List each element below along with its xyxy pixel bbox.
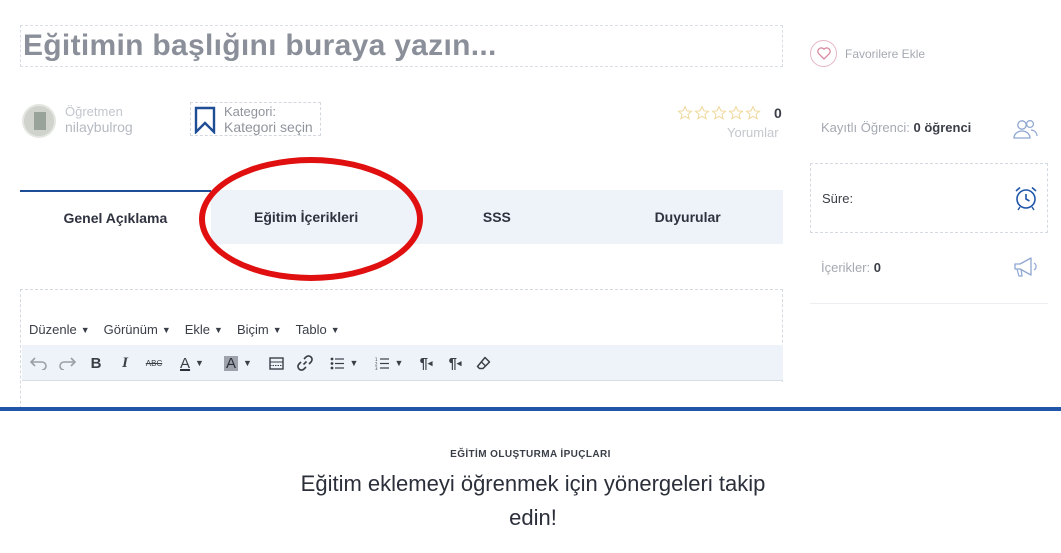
strikethrough-icon[interactable]: ABC <box>144 353 164 373</box>
contents-label: İçerikler: <box>821 260 871 275</box>
editor-menubar: Düzenle ▼ Görünüm ▼ Ekle ▼ Biçim ▼ Tablo ▼ <box>29 322 340 337</box>
table-icon[interactable] <box>267 353 285 373</box>
teacher-avatar <box>22 104 56 138</box>
caret-down-icon: ▼ <box>214 324 223 335</box>
menu-view[interactable]: Görünüm ▼ <box>104 322 171 337</box>
menu-edit[interactable]: Düzenle ▼ <box>29 322 90 337</box>
enrolled-students-row: Kayıtlı Öğrenci: 0 öğrenci <box>810 104 1048 154</box>
caret-down-icon: ▼ <box>80 324 90 335</box>
star-icon <box>745 105 761 120</box>
tab-faq[interactable]: SSS <box>402 190 593 244</box>
course-editor-page: Eğitimin başlığını buraya yazın... Öğret… <box>0 0 1061 553</box>
redo-icon[interactable] <box>57 353 77 373</box>
course-tabs: Genel Açıklama Eğitim İçerikleri SSS Duy… <box>20 190 783 244</box>
numbered-list-icon[interactable]: 1 2 3 ▼ <box>372 353 406 373</box>
tab-course-contents[interactable]: Eğitim İçerikleri <box>211 190 402 244</box>
duration-row: Süre: <box>810 163 1048 233</box>
menu-table[interactable]: Tablo ▼ <box>296 322 340 337</box>
rating-stars <box>677 105 761 121</box>
tips-overline: EĞİTİM OLUŞTURMA İPUÇLARI <box>450 449 611 460</box>
bullet-list-icon[interactable]: ▼ <box>327 353 361 373</box>
svg-text:3: 3 <box>375 366 378 370</box>
menu-edit-label: Düzenle <box>29 322 77 337</box>
ltr-icon[interactable]: ¶ ◂ <box>416 353 436 373</box>
menu-insert[interactable]: Ekle ▼ <box>185 322 223 337</box>
caret-down-icon: ▼ <box>330 324 340 335</box>
bold-icon[interactable]: B <box>88 353 104 373</box>
background-color-icon[interactable]: A ▼ <box>220 353 256 373</box>
add-to-favorites-button[interactable]: Favorilere Ekle <box>810 40 925 67</box>
menu-format-label: Biçim <box>236 322 269 337</box>
tab-general-description[interactable]: Genel Açıklama <box>20 190 211 244</box>
undo-icon[interactable] <box>29 353 49 373</box>
add-to-favorites-label: Favorilere Ekle <box>845 46 926 61</box>
course-title-field[interactable]: Eğitimin başlığını buraya yazın... <box>20 25 783 67</box>
rich-text-editor: Düzenle ▼ Görünüm ▼ Ekle ▼ Biçim ▼ Tablo ▼ B … <box>20 289 783 422</box>
category-selector[interactable]: Kategori: Kategori seçin <box>190 102 321 136</box>
star-icon <box>711 105 727 120</box>
course-title-placeholder[interactable]: Eğitimin başlığını buraya yazın... <box>23 29 497 63</box>
category-label: Kategori: <box>224 104 277 119</box>
contents-row: İçerikler: 0 <box>810 240 1048 304</box>
caret-down-icon: ▼ <box>161 324 171 335</box>
enrolled-students-text: Kayıtlı Öğrenci: 0 öğrenci <box>821 120 971 135</box>
duration-label: Süre: <box>822 191 854 206</box>
heart-icon <box>810 40 837 67</box>
clear-format-icon[interactable] <box>474 353 492 373</box>
menu-view-label: Görünüm <box>103 322 158 337</box>
star-icon <box>677 105 693 120</box>
caret-down-icon: ▼ <box>272 324 282 335</box>
menu-insert-label: Ekle <box>184 322 211 337</box>
users-icon <box>1013 119 1038 139</box>
contents-value: 0 <box>873 260 881 275</box>
alarm-clock-icon <box>1015 186 1037 211</box>
menu-table-label: Tablo <box>295 322 327 337</box>
star-icon <box>728 105 744 120</box>
rtl-icon[interactable]: ¶ ◂ <box>445 353 465 373</box>
text-color-icon[interactable]: A ▼ <box>174 353 210 373</box>
teacher-role-label: Öğretmen <box>65 104 123 119</box>
teacher-name: nilaybulrog <box>65 119 133 135</box>
menu-format[interactable]: Biçim ▼ <box>237 322 282 337</box>
megaphone-icon <box>1014 257 1037 277</box>
reviews-link[interactable]: Yorumlar <box>727 125 779 140</box>
italic-icon[interactable]: I <box>117 353 133 373</box>
enrolled-value: 0 öğrenci <box>913 120 972 135</box>
course-creation-tips-panel: EĞİTİM OLUŞTURMA İPUÇLARI Eğitim eklemey… <box>0 407 1061 553</box>
link-icon[interactable] <box>296 353 314 373</box>
bookmark-icon <box>194 106 216 134</box>
enrolled-label: Kayıtlı Öğrenci: <box>821 120 910 135</box>
tab-announcements[interactable]: Duyurular <box>592 190 783 244</box>
category-select-placeholder[interactable]: Kategori seçin <box>224 119 313 135</box>
rating-count: 0 <box>774 105 782 121</box>
editor-toolbar: B I ABC A ▼ A ▼ ▼ 1 2 3 ▼ ¶ ◂ ¶ ◂ <box>22 345 783 381</box>
tips-headline: Eğitim eklemeyi öğrenmek için yönergeler… <box>300 471 766 530</box>
contents-text: İçerikler: 0 <box>821 260 881 275</box>
star-icon <box>694 105 710 120</box>
